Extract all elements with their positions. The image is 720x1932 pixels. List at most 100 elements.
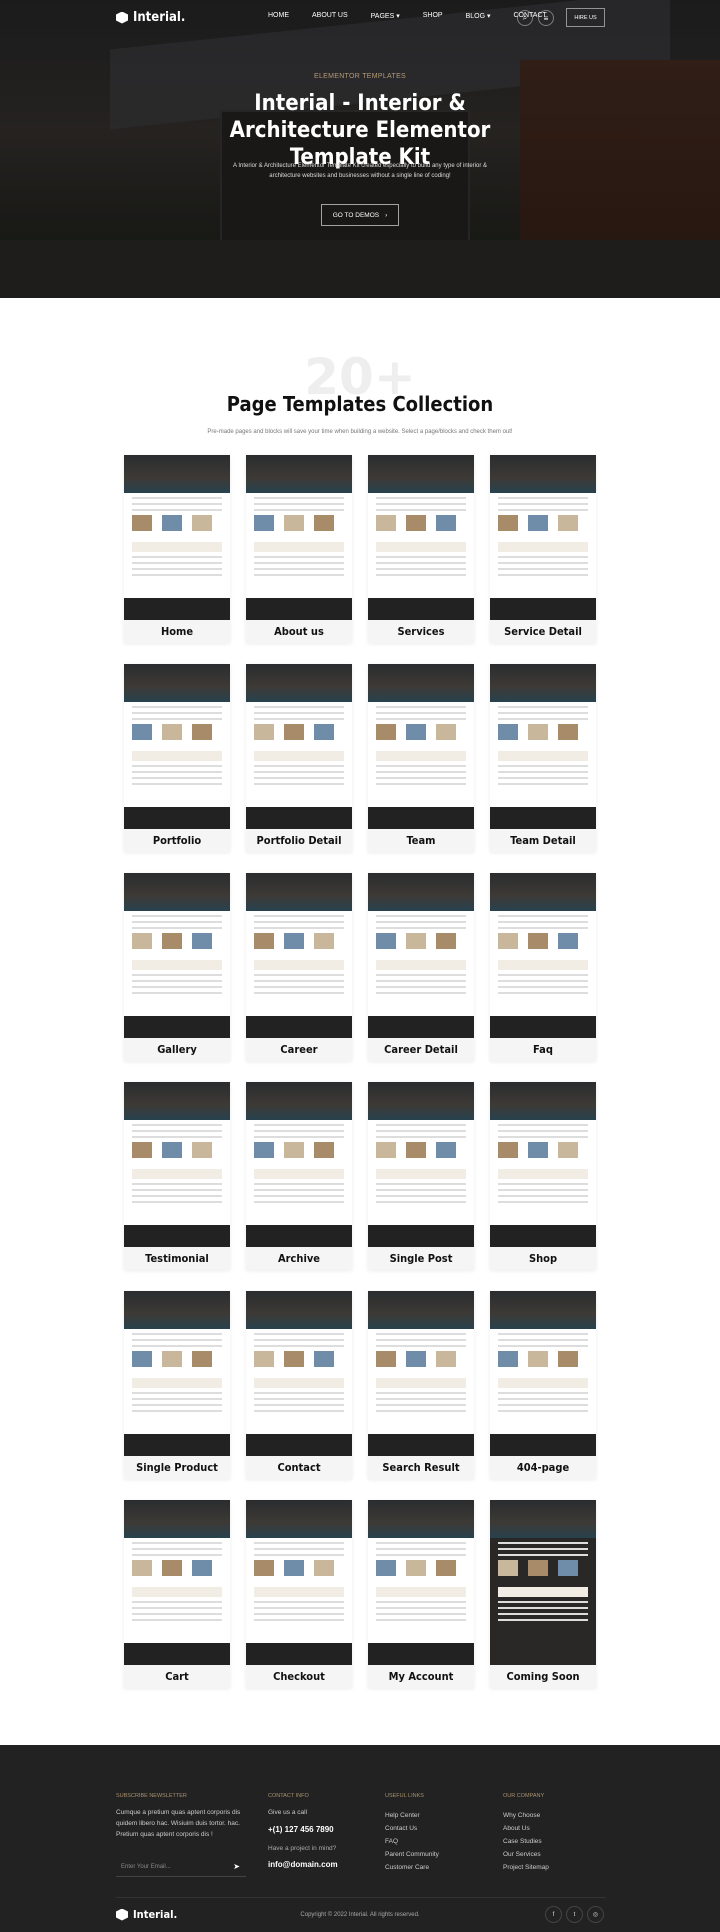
template-thumbnail[interactable] [490,1082,596,1247]
template-card-search-result[interactable]: Search Result [368,1291,474,1479]
nav-shop[interactable]: SHOP [423,12,443,20]
template-name[interactable]: Portfolio Detail [246,829,352,852]
copyright: Copyright © 2022 Interial. All rights re… [300,1912,420,1918]
template-thumbnail[interactable] [368,1500,474,1665]
template-name[interactable]: Contact [246,1456,352,1479]
template-thumbnail[interactable] [124,1291,230,1456]
template-card-single-post[interactable]: Single Post [368,1082,474,1270]
template-name[interactable]: Coming Soon [490,1665,596,1688]
template-card-shop[interactable]: Shop [490,1082,596,1270]
template-card-my-account[interactable]: My Account [368,1500,474,1688]
template-name[interactable]: Portfolio [124,829,230,852]
template-name[interactable]: 404-page [490,1456,596,1479]
template-card-archive[interactable]: Archive [246,1082,352,1270]
template-thumbnail[interactable] [368,455,474,620]
search-icon[interactable]: ⌕ [517,10,533,26]
template-card-portfolio-detail[interactable]: Portfolio Detail [246,664,352,852]
template-card-testimonial[interactable]: Testimonial [124,1082,230,1270]
template-name[interactable]: Single Post [368,1247,474,1270]
template-name[interactable]: About us [246,620,352,643]
link-why-choose[interactable]: Why Choose [503,1809,549,1822]
link-our-services[interactable]: Our Services [503,1848,549,1861]
template-thumbnail[interactable] [490,455,596,620]
template-name[interactable]: Gallery [124,1038,230,1061]
template-card-coming-soon[interactable]: Coming Soon [490,1500,596,1688]
nav-blog[interactable]: BLOG ▾ [466,12,491,20]
template-card-cart[interactable]: Cart [124,1500,230,1688]
template-name[interactable]: Shop [490,1247,596,1270]
template-name[interactable]: Faq [490,1038,596,1061]
template-card-single-product[interactable]: Single Product [124,1291,230,1479]
link-parent-community[interactable]: Parent Community [385,1848,439,1861]
template-thumbnail[interactable] [246,873,352,1038]
template-thumbnail[interactable] [124,664,230,829]
phone-number[interactable]: +(1) 127 456 7890 [268,1824,334,1835]
hire-us-button[interactable]: HIRE US [566,8,605,27]
template-name[interactable]: Career Detail [368,1038,474,1061]
template-thumbnail[interactable] [124,873,230,1038]
template-thumbnail[interactable] [124,455,230,620]
nav-home[interactable]: HOME [268,12,289,20]
logo[interactable]: Interial. [116,10,185,25]
template-name[interactable]: My Account [368,1665,474,1688]
template-card-contact[interactable]: Contact [246,1291,352,1479]
link-customer-care[interactable]: Customer Care [385,1861,439,1874]
template-thumbnail[interactable] [246,1291,352,1456]
nav-about[interactable]: ABOUT US [312,12,348,20]
template-thumbnail[interactable] [490,873,596,1038]
template-name[interactable]: Team Detail [490,829,596,852]
template-name[interactable]: Services [368,620,474,643]
template-name[interactable]: Service Detail [490,620,596,643]
template-thumbnail[interactable] [490,664,596,829]
email-input[interactable]: Enter Your Email... ➤ [116,1857,246,1877]
link-help-center[interactable]: Help Center [385,1809,439,1822]
instagram-icon[interactable]: ◎ [587,1906,604,1923]
template-name[interactable]: Team [368,829,474,852]
template-thumbnail[interactable] [246,1082,352,1247]
template-thumbnail[interactable] [368,1291,474,1456]
template-thumbnail[interactable] [368,664,474,829]
template-card-gallery[interactable]: Gallery [124,873,230,1061]
template-name[interactable]: Single Product [124,1456,230,1479]
template-thumbnail[interactable] [246,1500,352,1665]
template-name[interactable]: Home [124,620,230,643]
template-thumbnail[interactable] [368,1082,474,1247]
link-case-studies[interactable]: Case Studies [503,1835,549,1848]
template-card-service-detail[interactable]: Service Detail [490,455,596,643]
twitter-icon[interactable]: t [566,1906,583,1923]
template-name[interactable]: Archive [246,1247,352,1270]
go-to-demos-button[interactable]: GO TO DEMOS › [321,204,399,226]
facebook-icon[interactable]: f [545,1906,562,1923]
template-card-career[interactable]: Career [246,873,352,1061]
template-card-checkout[interactable]: Checkout [246,1500,352,1688]
template-thumbnail[interactable] [246,455,352,620]
send-icon[interactable]: ➤ [233,1862,240,1871]
template-card-404-page[interactable]: 404-page [490,1291,596,1479]
menu-icon[interactable]: ≡ [538,10,554,26]
template-thumbnail[interactable] [246,664,352,829]
template-thumbnail[interactable] [490,1291,596,1456]
link-contact-us[interactable]: Contact Us [385,1822,439,1835]
template-card-portfolio[interactable]: Portfolio [124,664,230,852]
template-name[interactable]: Testimonial [124,1247,230,1270]
link-project-sitemap[interactable]: Project Sitemap [503,1861,549,1874]
template-thumbnail[interactable] [490,1500,596,1665]
template-card-services[interactable]: Services [368,455,474,643]
nav-pages[interactable]: PAGES ▾ [371,12,400,20]
template-name[interactable]: Cart [124,1665,230,1688]
template-card-team-detail[interactable]: Team Detail [490,664,596,852]
template-name[interactable]: Checkout [246,1665,352,1688]
template-name[interactable]: Search Result [368,1456,474,1479]
template-thumbnail[interactable] [124,1082,230,1247]
template-card-faq[interactable]: Faq [490,873,596,1061]
contact-email[interactable]: info@domain.com [268,1859,338,1870]
template-thumbnail[interactable] [368,873,474,1038]
link-faq[interactable]: FAQ [385,1835,439,1848]
link-about-us[interactable]: About Us [503,1822,549,1835]
template-name[interactable]: Career [246,1038,352,1061]
template-card-about-us[interactable]: About us [246,455,352,643]
template-card-home[interactable]: Home [124,455,230,643]
template-card-career-detail[interactable]: Career Detail [368,873,474,1061]
template-card-team[interactable]: Team [368,664,474,852]
template-thumbnail[interactable] [124,1500,230,1665]
